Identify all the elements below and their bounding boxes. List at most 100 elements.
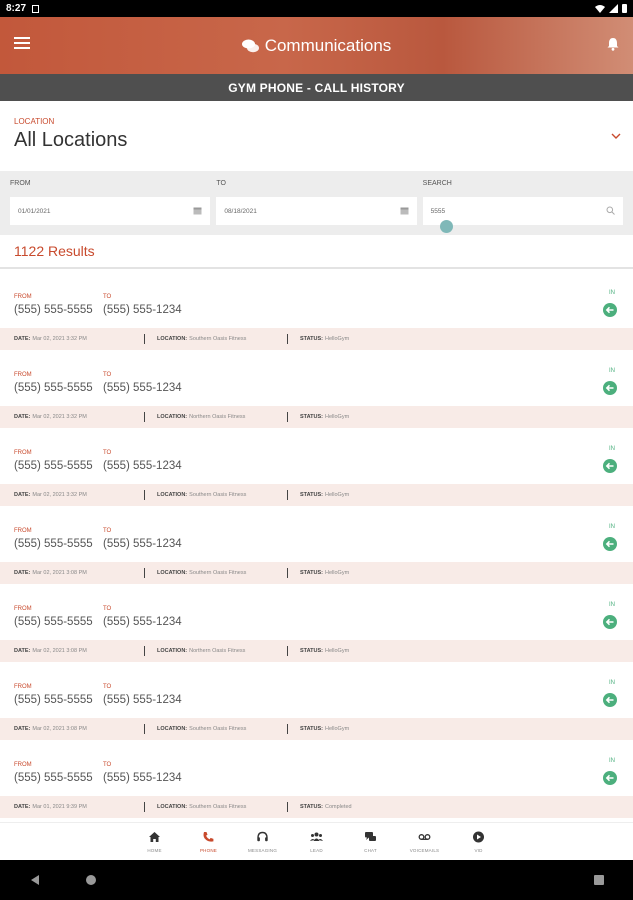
call-date: DATE: Mar 02, 2021 3:08 PM bbox=[14, 570, 132, 576]
status-value: HelloGym bbox=[325, 414, 350, 420]
incoming-arrow-icon[interactable] bbox=[603, 459, 617, 473]
search-input[interactable]: 5555 bbox=[422, 197, 623, 225]
call-row-main: FROM TO (555) 555-5555 (555) 555-1234 IN bbox=[0, 584, 633, 640]
nav-vid[interactable]: VID bbox=[452, 823, 506, 860]
to-number: (555) 555-1234 bbox=[103, 616, 182, 628]
section-title: GYM PHONE - CALL HISTORY bbox=[228, 80, 405, 95]
location-label: LOCATION: bbox=[157, 648, 188, 654]
from-number: (555) 555-5555 bbox=[14, 304, 93, 316]
call-row[interactable]: FROM TO (555) 555-5555 (555) 555-1234 IN… bbox=[0, 272, 633, 350]
date-label: DATE: bbox=[14, 804, 31, 810]
call-location: LOCATION: Southern Oasis Fitness bbox=[157, 336, 275, 342]
call-row-main: FROM TO (555) 555-5555 (555) 555-1234 IN bbox=[0, 272, 633, 328]
location-value: Northern Oasis Fitness bbox=[189, 648, 246, 654]
call-row-main: FROM TO (555) 555-5555 (555) 555-1234 IN bbox=[0, 506, 633, 562]
to-label: TO bbox=[103, 450, 112, 456]
from-filter: FROM 01/01/2021 bbox=[10, 180, 211, 235]
location-value: Northern Oasis Fitness bbox=[189, 414, 246, 420]
menu-icon[interactable] bbox=[14, 37, 30, 49]
results-count-bar: 1122 Results bbox=[0, 235, 633, 269]
to-label: TO bbox=[103, 294, 112, 300]
from-number: (555) 555-5555 bbox=[14, 772, 93, 784]
incoming-arrow-icon[interactable] bbox=[603, 615, 617, 629]
incoming-arrow-icon[interactable] bbox=[603, 537, 617, 551]
text-cursor-handle[interactable] bbox=[440, 220, 453, 233]
divider bbox=[144, 412, 145, 422]
location-value: All Locations bbox=[14, 129, 128, 151]
to-number: (555) 555-1234 bbox=[103, 304, 182, 316]
to-date-input[interactable]: 08/18/2021 bbox=[216, 197, 417, 225]
status-label: STATUS: bbox=[300, 336, 324, 342]
call-list: FROM TO (555) 555-5555 (555) 555-1234 IN… bbox=[0, 272, 633, 822]
call-status: STATUS: HelloGym bbox=[300, 570, 349, 576]
nav-messaging-label: MESSAGING bbox=[247, 848, 278, 853]
divider bbox=[144, 802, 145, 812]
nav-home[interactable]: HOME bbox=[128, 823, 182, 860]
search-icon[interactable] bbox=[606, 206, 615, 215]
direction-label: IN bbox=[609, 368, 615, 374]
recents-square-icon[interactable] bbox=[594, 875, 604, 885]
call-meta: DATE: Mar 02, 2021 3:32 PM LOCATION: South… bbox=[0, 484, 633, 506]
call-status: STATUS: HelloGym bbox=[300, 492, 349, 498]
search-filter-label: SEARCH bbox=[422, 180, 452, 187]
date-value: Mar 02, 2021 3:08 PM bbox=[32, 648, 87, 654]
nav-lead[interactable]: LEAD bbox=[290, 823, 344, 860]
location-value: Southern Oasis Fitness bbox=[189, 492, 247, 498]
divider bbox=[287, 724, 288, 734]
filter-bar: FROM 01/01/2021 TO 08/18/2021 SEARCH 555… bbox=[0, 171, 633, 235]
call-date: DATE: Mar 02, 2021 3:08 PM bbox=[14, 726, 132, 732]
call-status: STATUS: HelloGym bbox=[300, 414, 349, 420]
call-row[interactable]: FROM TO (555) 555-5555 (555) 555-1234 IN… bbox=[0, 428, 633, 506]
from-label: FROM bbox=[14, 294, 32, 300]
nav-voicemails[interactable]: VOICEMAILS bbox=[398, 823, 452, 860]
call-row[interactable]: FROM TO (555) 555-5555 (555) 555-1234 IN… bbox=[0, 740, 633, 818]
incoming-arrow-icon[interactable] bbox=[603, 381, 617, 395]
calendar-icon[interactable] bbox=[193, 206, 202, 215]
nav-phone-label: PHONE bbox=[199, 848, 217, 853]
divider bbox=[144, 568, 145, 578]
from-label: FROM bbox=[14, 762, 32, 768]
incoming-arrow-icon[interactable] bbox=[603, 303, 617, 317]
status-value: HelloGym bbox=[325, 726, 350, 732]
call-row[interactable]: FROM TO (555) 555-5555 (555) 555-1234 IN… bbox=[0, 584, 633, 662]
call-date: DATE: Mar 02, 2021 3:32 PM bbox=[14, 492, 132, 498]
to-label: TO bbox=[103, 684, 112, 690]
back-triangle-icon[interactable] bbox=[30, 874, 40, 886]
status-value: HelloGym bbox=[325, 648, 350, 654]
incoming-arrow-icon[interactable] bbox=[603, 693, 617, 707]
nav-messaging[interactable]: MESSAGING bbox=[236, 823, 290, 860]
location-dropdown[interactable]: LOCATION All Locations bbox=[0, 101, 633, 171]
status-label: STATUS: bbox=[300, 648, 324, 654]
from-date-input[interactable]: 01/01/2021 bbox=[10, 197, 211, 225]
divider bbox=[287, 334, 288, 344]
nav-home-label: HOME bbox=[147, 848, 162, 853]
call-location: LOCATION: Southern Oasis Fitness bbox=[157, 492, 275, 498]
incoming-arrow-icon[interactable] bbox=[603, 771, 617, 785]
direction-label: IN bbox=[609, 758, 615, 764]
sim-icon bbox=[32, 4, 40, 13]
to-number: (555) 555-1234 bbox=[103, 694, 182, 706]
direction-label: IN bbox=[609, 290, 615, 296]
home-circle-icon[interactable] bbox=[86, 875, 96, 885]
nav-chat[interactable]: CHAT bbox=[344, 823, 398, 860]
to-label: TO bbox=[103, 528, 112, 534]
location-value: Southern Oasis Fitness bbox=[189, 570, 247, 576]
nav-phone[interactable]: PHONE bbox=[182, 823, 236, 860]
call-meta: DATE: Mar 02, 2021 3:32 PM LOCATION: North… bbox=[0, 406, 633, 428]
call-row[interactable]: FROM TO (555) 555-5555 (555) 555-1234 IN… bbox=[0, 506, 633, 584]
from-date-value: 01/01/2021 bbox=[18, 207, 51, 215]
from-label: FROM bbox=[14, 606, 32, 612]
location-label: LOCATION: bbox=[157, 570, 188, 576]
call-meta: DATE: Mar 02, 2021 3:08 PM LOCATION: South… bbox=[0, 718, 633, 740]
calendar-icon[interactable] bbox=[400, 206, 409, 215]
system-nav-bar bbox=[0, 860, 633, 900]
to-filter: TO 08/18/2021 bbox=[216, 180, 417, 235]
status-value: HelloGym bbox=[325, 492, 350, 498]
nav-vid-label: VID bbox=[474, 848, 483, 853]
section-title-bar: GYM PHONE - CALL HISTORY bbox=[0, 74, 633, 101]
bell-icon[interactable] bbox=[607, 37, 619, 51]
location-label: LOCATION: bbox=[157, 492, 188, 498]
divider bbox=[287, 802, 288, 812]
call-row[interactable]: FROM TO (555) 555-5555 (555) 555-1234 IN… bbox=[0, 350, 633, 428]
call-row[interactable]: FROM TO (555) 555-5555 (555) 555-1234 IN… bbox=[0, 662, 633, 740]
